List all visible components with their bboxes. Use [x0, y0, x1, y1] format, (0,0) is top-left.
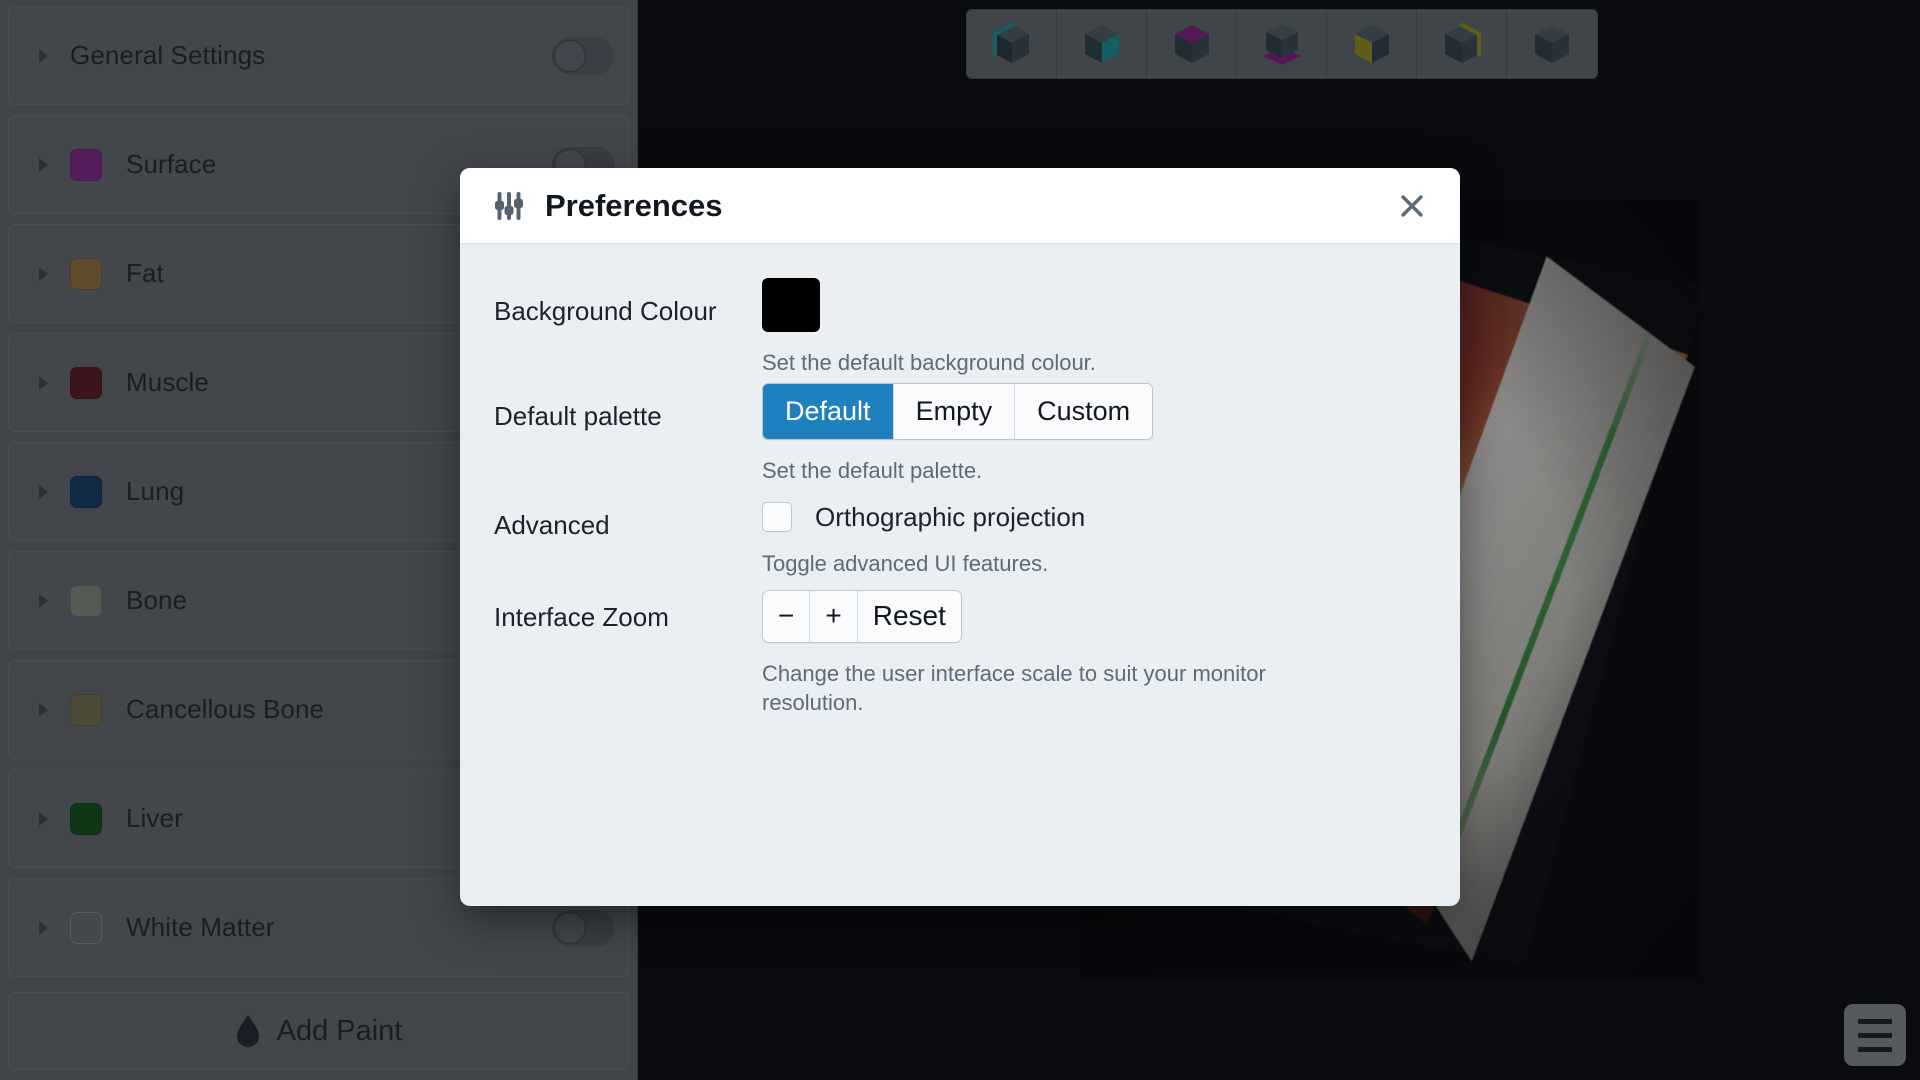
layer-colour-swatch[interactable] — [70, 802, 102, 835]
cube-edge-left-icon-button[interactable] — [967, 10, 1057, 78]
close-icon — [1401, 194, 1423, 217]
chevron-right-icon[interactable] — [39, 484, 48, 499]
orthographic-projection-label: Orthographic projection — [815, 501, 1086, 532]
cube-face-top-icon-button[interactable] — [1147, 10, 1237, 78]
pref-hint: Change the user interface scale to suit … — [762, 660, 1266, 716]
toggle-knob — [554, 911, 586, 944]
main-menu-button[interactable] — [1844, 1004, 1906, 1066]
cube-face-right-icon — [1084, 25, 1119, 63]
chevron-right-icon[interactable] — [39, 702, 48, 717]
cube-face-right-icon-button[interactable] — [1057, 10, 1147, 78]
chevron-right-icon[interactable] — [39, 157, 48, 172]
interface-zoom-button-group: − + Reset — [762, 590, 962, 643]
layer-colour-swatch[interactable] — [70, 148, 102, 181]
dialog-body: Background Colour Set the default backgr… — [460, 244, 1460, 906]
preferences-dialog: Preferences Background Colour Set the de… — [460, 168, 1460, 906]
paint-drop-icon — [236, 1015, 259, 1047]
dialog-title-wrap: Preferences — [492, 188, 1390, 224]
view-orientation-toolbar — [966, 9, 1598, 79]
cube-edge-top-right-icon — [1444, 23, 1481, 63]
sliders-icon — [495, 191, 523, 220]
pref-control: − + Reset Change the user interface scal… — [762, 584, 1426, 718]
zoom-reset-button[interactable]: Reset — [857, 591, 961, 642]
chevron-right-icon[interactable] — [39, 811, 48, 826]
default-palette-segmented-control: Default Empty Custom — [762, 383, 1154, 441]
pref-control: Default Empty Custom Set the default pal… — [762, 383, 1426, 485]
cube-edge-left-icon — [992, 23, 1029, 63]
cube-face-bottom-icon — [1262, 24, 1301, 65]
chevron-right-icon[interactable] — [39, 266, 48, 281]
pref-label: Default palette — [494, 401, 662, 432]
layer-colour-swatch[interactable] — [70, 366, 102, 399]
hamburger-icon-bar — [1858, 1018, 1892, 1024]
palette-option-custom[interactable]: Custom — [1015, 384, 1153, 440]
cube-plain-icon-button[interactable] — [1507, 10, 1597, 78]
pref-row-default-palette: Default palette Default Empty Custom Set… — [460, 383, 1460, 485]
pref-row-advanced: Advanced Orthographic projection Toggle … — [460, 492, 1460, 578]
layer-visibility-toggle[interactable] — [552, 37, 614, 74]
palette-option-empty[interactable]: Empty — [893, 384, 1016, 440]
zoom-increase-button[interactable]: + — [810, 591, 858, 642]
palette-option-default[interactable]: Default — [763, 384, 894, 440]
pref-label: Background Colour — [494, 296, 717, 326]
layer-label: White Matter — [126, 912, 275, 942]
pref-hint: Toggle advanced UI features. — [762, 550, 1049, 576]
chevron-right-icon[interactable] — [39, 48, 48, 63]
toggle-knob — [554, 39, 586, 72]
dialog-title: Preferences — [545, 187, 723, 223]
layer-colour-swatch[interactable] — [70, 693, 102, 726]
pref-control: Set the default background colour. — [762, 278, 1426, 377]
pref-row-background-colour: Background Colour Set the default backgr… — [460, 278, 1460, 377]
pref-label: Interface Zoom — [494, 602, 669, 633]
pref-row-interface-zoom: Interface Zoom − + Reset Change the user… — [460, 584, 1460, 718]
cube-face-top-icon — [1174, 25, 1209, 63]
pref-hint: Set the default background colour. — [762, 350, 1096, 375]
add-paint-button[interactable]: Add Paint — [8, 992, 629, 1070]
layer-row-general-settings[interactable]: General Settings — [8, 6, 629, 105]
cube-face-bottom-icon-button[interactable] — [1237, 10, 1327, 78]
cube-face-left-icon — [1354, 25, 1389, 63]
background-colour-swatch[interactable] — [762, 278, 820, 332]
pref-control: Orthographic projection Toggle advanced … — [762, 492, 1426, 578]
pref-hint: Set the default palette. — [762, 458, 983, 484]
orthographic-projection-checkbox[interactable] — [762, 502, 792, 533]
cube-plain-icon — [1535, 25, 1569, 63]
chevron-right-icon[interactable] — [39, 593, 48, 608]
zoom-decrease-button[interactable]: − — [763, 591, 811, 642]
chevron-right-icon[interactable] — [39, 920, 48, 935]
layer-colour-swatch[interactable] — [70, 584, 102, 617]
hamburger-icon-bar — [1858, 1032, 1892, 1038]
close-button[interactable] — [1390, 184, 1434, 228]
cube-face-left-icon-button[interactable] — [1327, 10, 1417, 78]
dialog-header: Preferences — [460, 168, 1460, 244]
cube-edge-top-right-icon-button[interactable] — [1417, 10, 1507, 78]
layer-colour-swatch[interactable] — [70, 257, 102, 290]
pref-label: Advanced — [494, 509, 610, 540]
orthographic-projection-row: Orthographic projection — [762, 492, 1426, 533]
layer-visibility-toggle[interactable] — [552, 909, 614, 946]
layer-colour-swatch[interactable] — [70, 911, 102, 944]
chevron-right-icon[interactable] — [39, 375, 48, 390]
add-paint-label: Add Paint — [276, 1014, 403, 1047]
layer-colour-swatch[interactable] — [70, 475, 102, 508]
layer-label: General Settings — [70, 40, 266, 70]
hamburger-icon-bar — [1858, 1046, 1892, 1052]
app-root: General Settings Surface Fat Muscle Lung… — [0, 0, 1920, 1080]
